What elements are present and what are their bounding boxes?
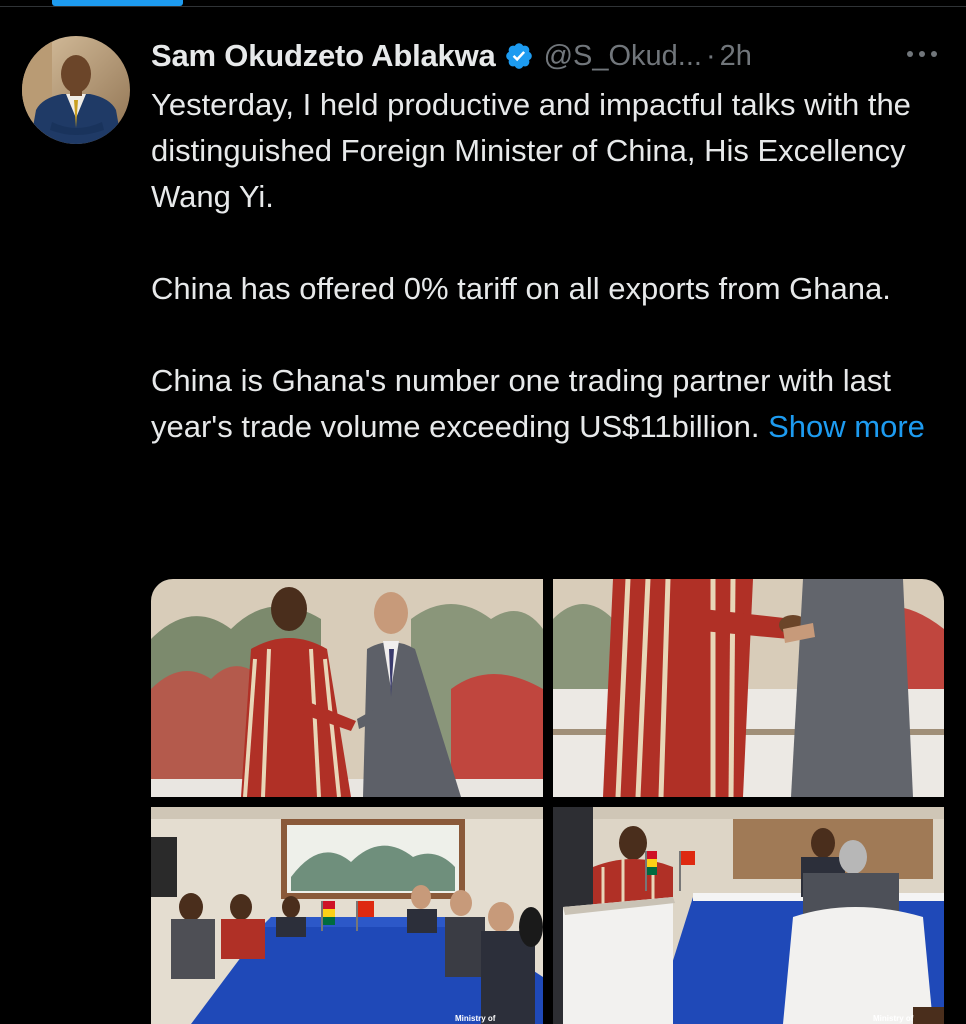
media-grid: Ministry of Ministry of [151, 579, 944, 1024]
tweet-text: Yesterday, I held productive and impactf… [151, 82, 956, 450]
tweet-paragraph: China is Ghana's number one trading part… [151, 358, 956, 450]
tweet-paragraph: Yesterday, I held productive and impactf… [151, 87, 911, 214]
photo-handshake[interactable] [151, 579, 543, 797]
more-options-icon[interactable] [902, 40, 942, 68]
photo-meeting-wide[interactable]: Ministry of [151, 807, 543, 1024]
avatar[interactable] [22, 36, 130, 144]
timestamp[interactable]: 2h [720, 40, 752, 73]
author-name[interactable]: Sam Okudzeto Ablakwa [151, 38, 496, 74]
photo-watermark: Ministry of [873, 1014, 914, 1023]
verified-badge-icon [504, 41, 534, 71]
tweet-header: Sam Okudzeto Ablakwa @S_Okud... · 2h [151, 32, 752, 80]
show-more-link[interactable]: Show more [768, 409, 925, 444]
photo-meeting-closeup[interactable]: Ministry of [553, 807, 944, 1024]
avatar-image [22, 36, 130, 144]
photo-handshake-closeup[interactable] [553, 579, 944, 797]
author-handle[interactable]: @S_Okud... [544, 40, 702, 73]
photo-watermark: Ministry of [455, 1014, 496, 1023]
tweet-paragraph: China has offered 0% tariff on all expor… [151, 271, 891, 306]
top-divider [0, 6, 966, 7]
meta-separator: · [705, 39, 716, 72]
